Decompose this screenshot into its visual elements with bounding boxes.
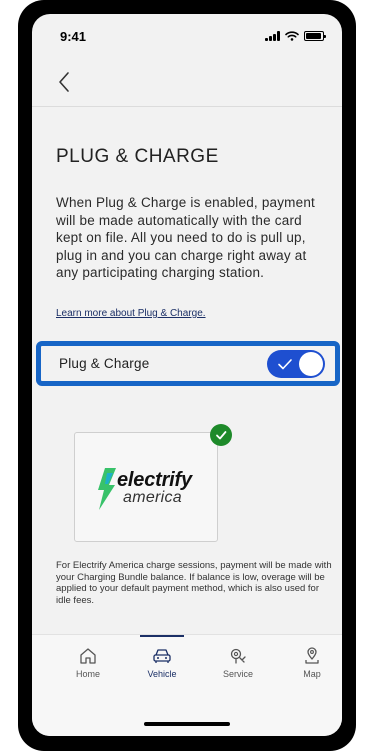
toggle-knob: [299, 351, 323, 376]
check-icon: [278, 358, 292, 369]
plug-and-charge-row[interactable]: Plug & Charge: [41, 346, 335, 381]
electrify-america-logo: electrify america: [97, 465, 201, 513]
plug-and-charge-toggle[interactable]: [267, 349, 325, 378]
chevron-left-icon: [59, 72, 69, 92]
status-time: 9:41: [60, 28, 87, 44]
footnote-text: For Electrify America charge sessions, p…: [56, 560, 332, 606]
car-icon: [153, 649, 171, 663]
service-icon: [230, 648, 246, 664]
back-button[interactable]: [52, 68, 76, 96]
signal-icon: [265, 31, 280, 41]
bolt-icon: [98, 468, 116, 510]
tab-label: Home: [75, 669, 100, 679]
active-tab-indicator: [140, 635, 184, 637]
toggle-label: Plug & Charge: [59, 356, 150, 371]
nav-divider: [32, 106, 342, 107]
check-icon: [216, 431, 227, 440]
brand-sub: america: [123, 489, 183, 506]
tab-label: Map: [303, 669, 321, 679]
app-screen: 9:41 PLUG & CHARGE When Plug & Charge is…: [32, 14, 342, 736]
map-pin-icon: [305, 647, 319, 664]
status-icons: [265, 31, 326, 41]
tab-map[interactable]: Map: [282, 635, 342, 695]
tab-label: Service: [222, 669, 253, 679]
tab-home[interactable]: Home: [58, 635, 118, 695]
plug-and-charge-highlight: Plug & Charge: [36, 341, 340, 386]
phone-frame: 9:41 PLUG & CHARGE When Plug & Charge is…: [18, 0, 356, 751]
tab-vehicle[interactable]: Vehicle: [132, 635, 192, 695]
wifi-icon: [285, 31, 299, 41]
home-indicator[interactable]: [144, 722, 230, 726]
home-icon: [80, 648, 96, 664]
learn-more-link[interactable]: Learn more about Plug & Charge.: [56, 308, 206, 319]
tab-service[interactable]: Service: [208, 635, 268, 695]
page-title: PLUG & CHARGE: [56, 146, 219, 167]
battery-icon: [304, 31, 326, 41]
status-bar: 9:41: [32, 14, 342, 58]
selected-check-badge: [210, 424, 232, 446]
tab-bar: Home Vehicle Service Map: [32, 634, 342, 736]
electrify-america-card[interactable]: electrify america: [74, 432, 218, 542]
tab-label: Vehicle: [147, 669, 177, 679]
description-text: When Plug & Charge is enabled, payment w…: [56, 195, 315, 280]
